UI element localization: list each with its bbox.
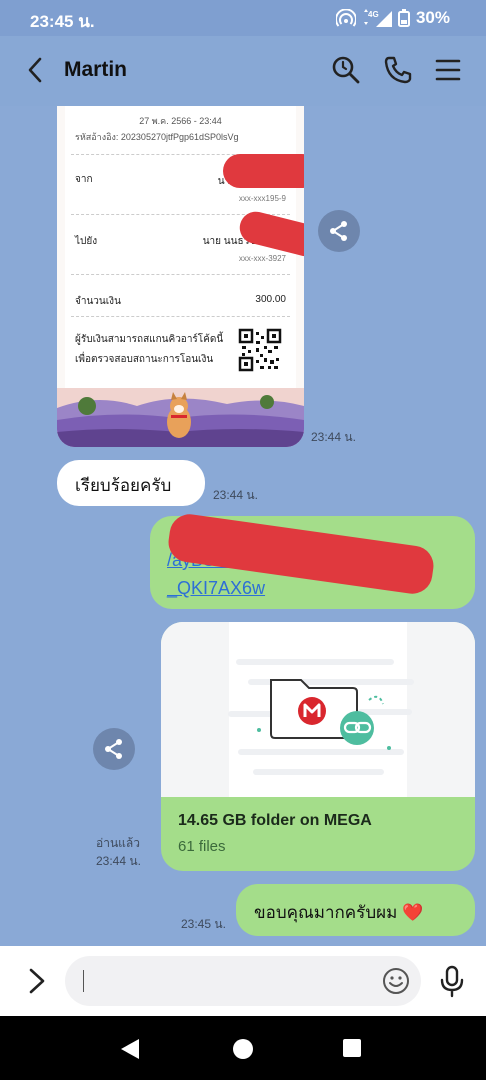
redaction-mark bbox=[223, 154, 304, 188]
receipt-note: ผู้รับเงินสามารถสแกนคิวอาร์โค้ดนี้ เพื่อ… bbox=[75, 334, 224, 365]
system-nav-bar bbox=[0, 1016, 486, 1080]
share-button[interactable] bbox=[318, 210, 360, 252]
message-input[interactable] bbox=[65, 956, 421, 1006]
nav-back-icon[interactable] bbox=[119, 1038, 141, 1060]
chevron-right-icon[interactable] bbox=[24, 966, 50, 996]
message-text: ขอบคุณมากครับผม ❤️ bbox=[254, 903, 424, 922]
back-icon[interactable] bbox=[20, 54, 52, 86]
mega-folder-illustration bbox=[161, 622, 475, 797]
mega-link-preview[interactable]: 14.65 GB folder on MEGA 61 files bbox=[161, 622, 475, 871]
chat-messages[interactable]: 27 พ.ค. 2566 - 23:44 รหัสอ้างอิง: 202305… bbox=[0, 106, 486, 946]
receipt-divider bbox=[71, 274, 290, 275]
share-button[interactable] bbox=[93, 728, 135, 770]
message-time: 23:44 น. bbox=[311, 430, 356, 444]
receipt-to-account: xxx-xxx-3927 bbox=[238, 254, 286, 263]
receipt-image[interactable]: 27 พ.ค. 2566 - 23:44 รหัสอ้างอิง: 202305… bbox=[57, 106, 304, 447]
incoming-message-bubble[interactable]: เรียบร้อยครับ bbox=[57, 460, 205, 506]
receipt-ref: รหัสอ้างอิง: 202305270jtfPgp61dSP0lsVg bbox=[75, 132, 239, 142]
signal-icon: 4G bbox=[363, 9, 392, 27]
microphone-icon[interactable] bbox=[438, 964, 466, 998]
receipt-body: 27 พ.ค. 2566 - 23:44 รหัสอ้างอิง: 202305… bbox=[65, 106, 296, 398]
battery-icon bbox=[397, 9, 410, 27]
nav-home-icon[interactable] bbox=[232, 1038, 254, 1060]
lavender-dog-illustration bbox=[57, 388, 304, 447]
outgoing-link-bubble[interactable]: /ayBSVZ5Y#iQJudjaI6g _QKI7AX6w bbox=[150, 511, 475, 609]
message-text: เรียบร้อยครับ bbox=[75, 476, 172, 495]
share-icon bbox=[330, 221, 347, 241]
receipt-amount: 300.00 bbox=[255, 294, 286, 305]
chat-title[interactable]: Martin bbox=[64, 58, 127, 82]
qr-code-icon bbox=[238, 328, 282, 372]
svg-text:4G: 4G bbox=[368, 10, 379, 19]
outgoing-message-bubble[interactable]: ขอบคุณมากครับผม ❤️ bbox=[236, 884, 475, 936]
phone-icon[interactable] bbox=[382, 54, 414, 86]
message-time: 23:44 น. bbox=[213, 488, 258, 502]
receipt-date: 27 พ.ค. 2566 - 23:44 bbox=[139, 116, 222, 126]
nav-recents-icon[interactable] bbox=[342, 1038, 362, 1058]
receipt-from-label: จาก bbox=[75, 174, 93, 185]
status-bar: 23:45 น. 4G 30% bbox=[0, 0, 486, 36]
message-input-bar bbox=[0, 946, 486, 1016]
mega-card-title: 14.65 GB folder on MEGA bbox=[178, 812, 372, 829]
chat-header: Martin bbox=[0, 36, 486, 106]
text-cursor bbox=[83, 970, 84, 992]
read-receipt: อ่านแล้ว bbox=[96, 836, 140, 850]
share-icon bbox=[105, 739, 122, 759]
hotspot-icon bbox=[335, 9, 356, 27]
mega-card-subtitle: 61 files bbox=[178, 838, 226, 855]
search-icon[interactable] bbox=[330, 54, 362, 86]
emoji-icon[interactable] bbox=[381, 966, 411, 996]
battery-level: 30% bbox=[415, 8, 450, 27]
receipt-from-account: xxx-xxx195-9 bbox=[238, 194, 286, 203]
receipt-divider bbox=[71, 316, 290, 317]
receipt-to-label: ไปยัง bbox=[75, 236, 98, 247]
receipt-amount-label: จำนวนเงิน bbox=[75, 296, 121, 307]
message-time: 23:45 น. bbox=[181, 917, 226, 931]
menu-icon[interactable] bbox=[432, 54, 464, 86]
message-time: 23:44 น. bbox=[96, 854, 141, 868]
status-time: 23:45 น. bbox=[30, 12, 95, 31]
status-icons: 4G 30% bbox=[335, 8, 450, 28]
